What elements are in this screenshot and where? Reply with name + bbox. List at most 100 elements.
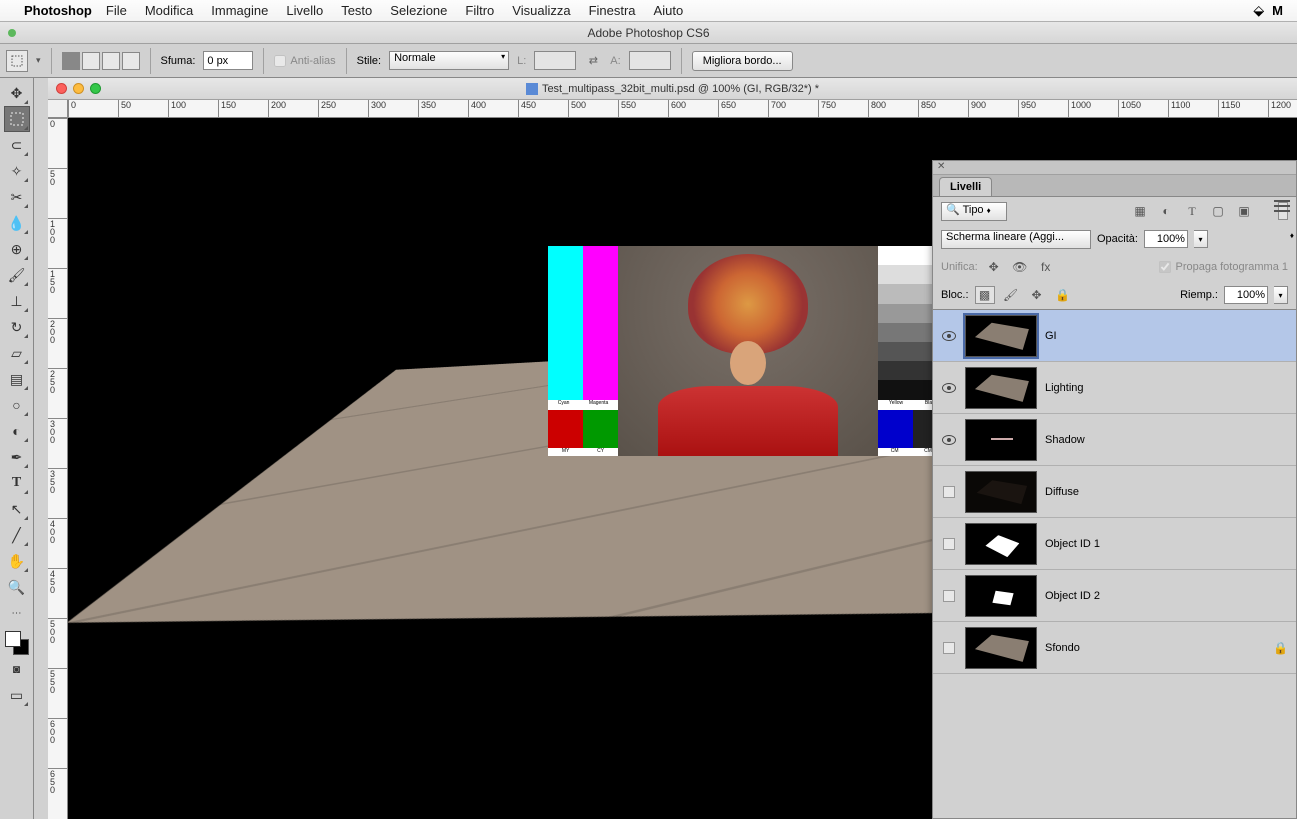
wand-tool-icon[interactable]: ✧ (4, 158, 30, 184)
layer-row[interactable]: Object ID 2 (933, 570, 1296, 622)
layer-visibility-icon[interactable] (933, 383, 965, 393)
layer-visibility-icon[interactable] (933, 642, 965, 654)
layers-panel[interactable]: ✕ Livelli 🔍 Tipo ♦ ▦ ◐ T ▢ ▣ Scherma lin… (932, 160, 1297, 819)
selection-intersect-icon[interactable] (122, 52, 140, 70)
layer-thumbnail[interactable] (965, 419, 1037, 461)
panel-close-icon[interactable]: ✕ (933, 161, 1296, 175)
layer-visibility-icon[interactable] (933, 486, 965, 498)
menu-file[interactable]: File (106, 3, 127, 18)
layer-thumbnail[interactable] (965, 523, 1037, 565)
lock-transparency-icon[interactable]: ▩ (975, 286, 995, 304)
history-brush-icon[interactable]: ↻ (4, 314, 30, 340)
ruler-origin[interactable] (48, 100, 68, 118)
layers-tab[interactable]: Livelli (939, 177, 992, 196)
layer-row[interactable]: Shadow (933, 414, 1296, 466)
layer-visibility-icon[interactable] (933, 435, 965, 445)
selection-subtract-icon[interactable] (102, 52, 120, 70)
menubar-extra-icon[interactable]: M (1272, 3, 1283, 18)
filter-shape-icon[interactable]: ▢ (1208, 202, 1228, 220)
menu-modifica[interactable]: Modifica (145, 3, 193, 18)
layer-row[interactable]: Diffuse (933, 466, 1296, 518)
lock-position-icon[interactable]: ✥ (1027, 286, 1047, 304)
refine-edge-button[interactable]: Migliora bordo... (692, 51, 793, 71)
ruler-vertical[interactable]: 050100150200250300350400450500550600650 (48, 118, 68, 819)
type-tool-icon[interactable]: T (4, 470, 30, 496)
layer-name[interactable]: Lighting (1045, 382, 1288, 394)
menu-visualizza[interactable]: Visualizza (512, 3, 570, 18)
eyedropper-tool-icon[interactable]: 💧 (4, 210, 30, 236)
feather-input[interactable] (203, 51, 253, 70)
blur-tool-icon[interactable]: ○ (4, 392, 30, 418)
menu-filtro[interactable]: Filtro (465, 3, 494, 18)
move-tool-icon[interactable]: ✥ (4, 80, 30, 106)
layer-name[interactable]: Diffuse (1045, 486, 1288, 498)
menu-selezione[interactable]: Selezione (390, 3, 447, 18)
quickmask-icon[interactable]: ◙ (4, 656, 30, 682)
filter-text-icon[interactable]: T (1182, 202, 1202, 220)
filter-type-select[interactable]: 🔍 Tipo ♦ (941, 202, 1007, 221)
gradient-tool-icon[interactable]: ▤ (4, 366, 30, 392)
window-zoom-dot[interactable] (8, 29, 16, 37)
fill-input[interactable] (1224, 286, 1268, 304)
layer-row[interactable]: GI (933, 310, 1296, 362)
filter-adjust-icon[interactable]: ◐ (1156, 202, 1176, 220)
shape-tool-icon[interactable]: ╱ (4, 522, 30, 548)
layer-visibility-icon[interactable] (933, 538, 965, 550)
screenmode-icon[interactable]: ▭ (4, 682, 30, 708)
close-icon[interactable] (56, 83, 67, 94)
panel-menu-icon[interactable] (1274, 199, 1290, 213)
opacity-input[interactable] (1144, 230, 1188, 248)
fill-dropdown-icon[interactable]: ▾ (1274, 286, 1288, 304)
tool-preset-icon[interactable] (6, 50, 28, 72)
layer-name[interactable]: Object ID 2 (1045, 590, 1288, 602)
layer-name[interactable]: Object ID 1 (1045, 538, 1288, 550)
menu-livello[interactable]: Livello (286, 3, 323, 18)
layer-row[interactable]: Lighting (933, 362, 1296, 414)
marquee-tool-icon[interactable] (4, 106, 30, 132)
hand-tool-icon[interactable]: ✋ (4, 548, 30, 574)
blend-mode-select[interactable]: Scherma lineare (Aggi... ♦ (941, 230, 1091, 249)
layer-name[interactable]: GI (1045, 330, 1288, 342)
menu-immagine[interactable]: Immagine (211, 3, 268, 18)
zoom-tool-icon[interactable]: 🔍 (4, 574, 30, 600)
eraser-tool-icon[interactable]: ▱ (4, 340, 30, 366)
app-name-menu[interactable]: Photoshop (24, 3, 92, 18)
more-tool-icon[interactable]: ⋯ (4, 600, 30, 626)
layer-thumbnail[interactable] (965, 575, 1037, 617)
menu-aiuto[interactable]: Aiuto (654, 3, 684, 18)
dodge-tool-icon[interactable]: ◐ (4, 418, 30, 444)
menu-finestra[interactable]: Finestra (589, 3, 636, 18)
style-select[interactable]: Normale▾ (389, 51, 509, 70)
filter-image-icon[interactable]: ▦ (1130, 202, 1150, 220)
heal-tool-icon[interactable]: ⊕ (4, 236, 30, 262)
layer-name[interactable]: Shadow (1045, 434, 1288, 446)
document-titlebar[interactable]: Test_multipass_32bit_multi.psd @ 100% (G… (48, 78, 1297, 100)
layer-row[interactable]: Sfondo🔒 (933, 622, 1296, 674)
layer-thumbnail[interactable] (965, 367, 1037, 409)
selection-add-icon[interactable] (82, 52, 100, 70)
layer-visibility-icon[interactable] (933, 331, 965, 341)
lock-pixels-icon[interactable]: 🖌 (1001, 286, 1021, 304)
path-select-icon[interactable]: ↖ (4, 496, 30, 522)
zoom-icon[interactable] (90, 83, 101, 94)
layer-thumbnail[interactable] (965, 627, 1037, 669)
layer-thumbnail[interactable] (965, 315, 1037, 357)
ruler-horizontal[interactable]: 0501001502002503003504004505005506006507… (68, 100, 1297, 118)
opacity-dropdown-icon[interactable]: ▾ (1194, 230, 1208, 248)
pen-tool-icon[interactable]: ✒ (4, 444, 30, 470)
minimize-icon[interactable] (73, 83, 84, 94)
dropbox-icon[interactable]: ⬙ (1253, 2, 1264, 19)
brush-tool-icon[interactable]: 🖌 (4, 262, 30, 288)
layer-thumbnail[interactable] (965, 471, 1037, 513)
layer-name[interactable]: Sfondo (1045, 642, 1273, 654)
color-swatch[interactable] (4, 630, 30, 656)
selection-new-icon[interactable] (62, 52, 80, 70)
crop-tool-icon[interactable]: ✂ (4, 184, 30, 210)
filter-smart-icon[interactable]: ▣ (1234, 202, 1254, 220)
stamp-tool-icon[interactable]: ⊥ (4, 288, 30, 314)
layer-visibility-icon[interactable] (933, 590, 965, 602)
menu-testo[interactable]: Testo (341, 3, 372, 18)
layer-row[interactable]: Object ID 1 (933, 518, 1296, 570)
lock-all-icon[interactable]: 🔒 (1053, 286, 1073, 304)
lasso-tool-icon[interactable]: ⊂ (4, 132, 30, 158)
